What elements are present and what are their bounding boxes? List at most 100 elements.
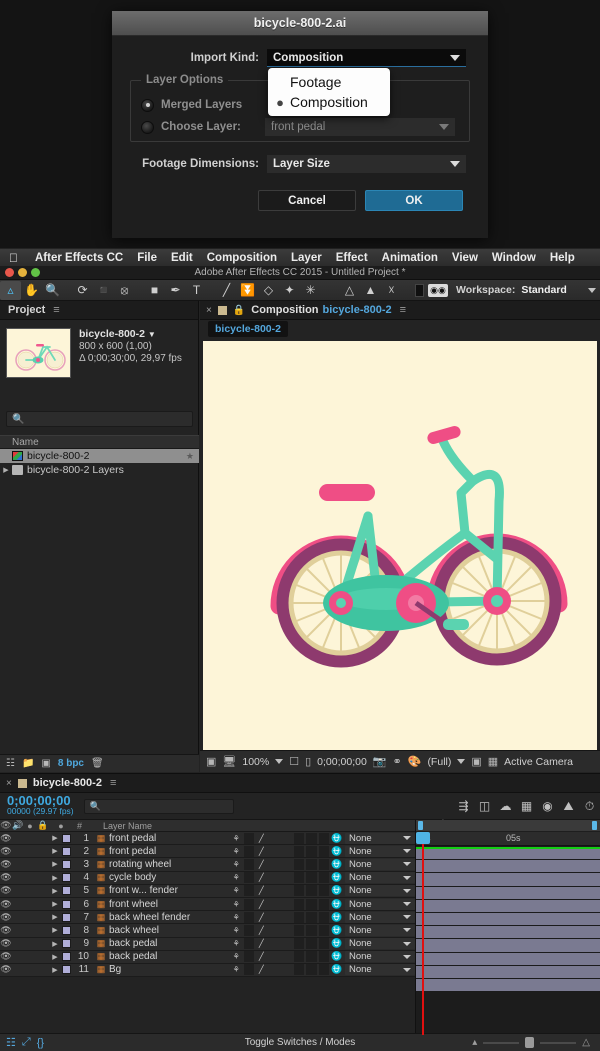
menubar-item-view[interactable]: View (445, 252, 485, 264)
adjustment-switch[interactable] (306, 832, 317, 844)
layer-duration-bar[interactable] (416, 965, 600, 979)
layer-switches[interactable]: ⚘ ╱ (231, 964, 329, 976)
shy-layers-icon[interactable]: ◉ (537, 799, 558, 813)
collapse-switch[interactable] (243, 911, 254, 923)
table-row[interactable]: 👁 ▶ 2 ▦ front pedal ⚘ ╱ ⛎ None (0, 845, 415, 859)
shy-switch[interactable]: ⚘ (231, 938, 242, 950)
parent-cell[interactable]: None (345, 885, 415, 897)
layer-switches[interactable]: ⚘ ╱ (231, 858, 329, 870)
list-item[interactable]: bicycle-800-2 ★ (0, 449, 199, 463)
twirl-icon[interactable]: ▶ (48, 966, 62, 974)
label-color-swatch[interactable] (62, 925, 73, 935)
quality-switch[interactable]: ╱ (256, 832, 267, 844)
timeline-timecode[interactable]: 0;00;00;00 (7, 794, 74, 807)
menubar-item-composition[interactable]: Composition (200, 252, 284, 264)
layer-name[interactable]: back wheel (109, 925, 231, 936)
quality-switch[interactable]: ╱ (256, 951, 267, 963)
camera-switch-icon[interactable]: ◉◉ (428, 283, 448, 297)
adjustment-switch[interactable] (306, 924, 317, 936)
blend-switch[interactable] (281, 964, 292, 975)
parent-dropdown[interactable]: None (345, 885, 415, 897)
layer-duration-bar[interactable] (416, 912, 600, 927)
parent-pickwhip-icon[interactable]: ⛎ (329, 846, 345, 857)
parent-pickwhip-icon[interactable]: ⛎ (329, 951, 345, 962)
new-comp-icon[interactable]: ☷ (6, 758, 15, 769)
adjustment-switch[interactable] (306, 845, 317, 857)
new-folder-icon[interactable]: 📁 (22, 758, 34, 769)
shy-switch[interactable]: ⚘ (231, 885, 242, 897)
menubar-item-edit[interactable]: Edit (164, 252, 200, 264)
table-row[interactable]: 👁 ▶ 5 ▦ front w... fender ⚘ ╱ ⛎ None (0, 884, 415, 898)
layer-switches[interactable]: ⚘ ╱ (231, 951, 329, 963)
twirl-icon[interactable]: ▶ (48, 940, 62, 948)
panel-menu-icon[interactable]: ≡ (110, 777, 116, 789)
adjustment-switch[interactable] (306, 858, 317, 870)
label-color-swatch[interactable] (62, 899, 73, 909)
fx-switch[interactable] (269, 938, 280, 949)
layer-switches[interactable]: ⚘ ╱ (231, 872, 329, 884)
pen-tool-icon[interactable]: ✒ (165, 281, 186, 300)
toggle-viewer-icon[interactable]: 🖥 (222, 755, 236, 768)
blend-switch[interactable] (281, 846, 292, 857)
three-d-switch[interactable] (318, 885, 329, 897)
collapse-switch[interactable] (243, 858, 254, 870)
close-icon[interactable]: × (0, 778, 18, 789)
bit-depth-label[interactable]: 8 bpc (58, 758, 84, 769)
table-row[interactable]: 👁 ▶ 1 ▦ front pedal ⚘ ╱ ⛎ None (0, 832, 415, 846)
import-kind-open-menu[interactable]: Footage ● Composition (268, 68, 390, 116)
twirl-icon[interactable]: ▶ (0, 466, 12, 474)
layer-switches[interactable]: ⚘ ╱ (231, 845, 329, 857)
motion-blur-switch[interactable] (293, 832, 304, 844)
panel-menu-icon[interactable]: ≡ (400, 304, 406, 316)
layer-duration-bar[interactable] (416, 952, 600, 966)
toggle-switches-modes-label[interactable]: Toggle Switches / Modes (0, 1037, 600, 1048)
layer-duration-bar[interactable] (416, 899, 600, 913)
selection-tool-icon[interactable]: ▵ (0, 280, 21, 300)
table-row[interactable]: 👁 ▶ 6 ▦ front wheel ⚘ ╱ ⛎ None (0, 897, 415, 912)
parent-pickwhip-icon[interactable]: ⛎ (329, 912, 345, 923)
three-d-switch[interactable] (318, 845, 329, 857)
resolution-icon[interactable]: ☐ (289, 755, 299, 768)
table-row[interactable]: 👁 ▶ 7 ▦ back wheel fender ⚘ ╱ ⛎ None (0, 911, 415, 925)
composition-viewer[interactable] (203, 341, 597, 750)
parent-dropdown[interactable]: None (345, 924, 415, 936)
collapse-switch[interactable] (243, 898, 254, 910)
rigid-mask-tool-icon[interactable]: △ (339, 281, 360, 300)
eraser-tool-icon[interactable]: ◇ (258, 281, 279, 300)
eye-icon[interactable]: 👁 (0, 833, 12, 844)
pan-behind-tool-icon[interactable]: ⦻ (114, 281, 135, 300)
quality-switch[interactable]: ╱ (256, 872, 267, 884)
timeline-search-input[interactable]: 🔍 (83, 798, 234, 814)
view-value[interactable]: Active Camera (504, 756, 573, 768)
blend-switch[interactable] (281, 938, 292, 949)
shy-switch[interactable]: ⚘ (231, 858, 242, 870)
layer-name[interactable]: front wheel (109, 899, 231, 910)
navigator-start-handle[interactable] (418, 821, 423, 830)
quality-switch[interactable]: ╱ (256, 938, 267, 950)
chevron-down-icon[interactable] (275, 759, 284, 764)
three-d-switch[interactable] (318, 911, 329, 923)
current-time-indicator[interactable] (416, 832, 430, 1035)
camera-tool-icon[interactable]: ◾ (93, 281, 114, 300)
merged-layers-radio[interactable] (141, 98, 154, 112)
layer-name[interactable]: front pedal (109, 846, 231, 857)
parent-dropdown[interactable]: None (345, 872, 415, 884)
layer-switches[interactable]: ⚘ ╱ (231, 938, 329, 950)
chevron-down-icon[interactable] (457, 759, 466, 764)
collapse-switch[interactable] (243, 885, 254, 897)
label-color-swatch[interactable] (62, 939, 73, 949)
layer-name[interactable]: rotating wheel (109, 859, 231, 870)
fx-switch[interactable] (269, 885, 280, 896)
motion-blur-switch[interactable] (293, 911, 304, 923)
three-d-switch[interactable] (318, 964, 329, 976)
table-row[interactable]: 👁 ▶ 4 ▦ cycle body ⚘ ╱ ⛎ None (0, 871, 415, 885)
twirl-icon[interactable]: ▶ (48, 926, 62, 934)
fx-switch[interactable] (269, 859, 280, 870)
fx-switch[interactable] (269, 912, 280, 923)
quality-switch[interactable]: ╱ (256, 964, 267, 976)
motion-blur-switch[interactable] (293, 964, 304, 976)
layer-name[interactable]: back wheel fender (109, 912, 231, 923)
timeline-tab-title[interactable]: bicycle-800-2 (33, 777, 102, 789)
collapse-switch[interactable] (243, 964, 254, 976)
layer-name[interactable]: Bg (109, 964, 231, 975)
